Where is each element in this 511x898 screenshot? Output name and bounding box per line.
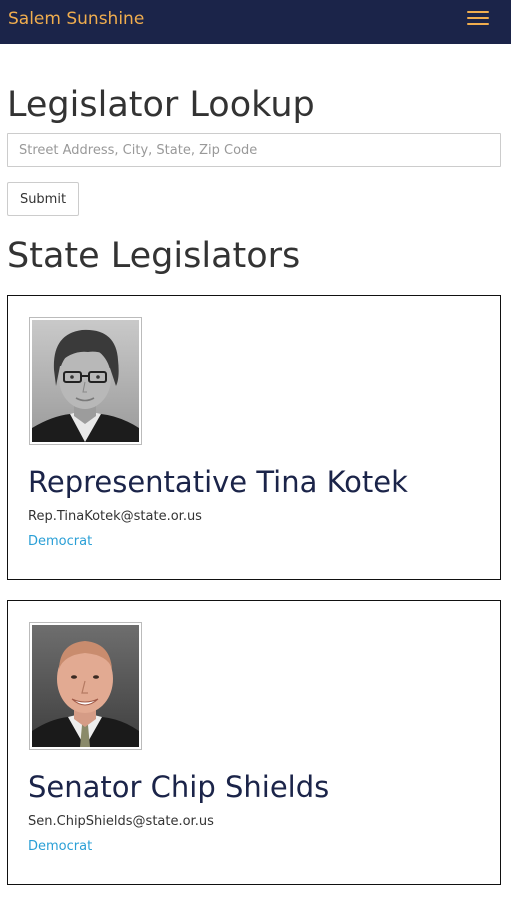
portrait-woman-image: [32, 320, 139, 442]
party-link[interactable]: Democrat: [28, 838, 92, 856]
hamburger-menu-icon[interactable]: [459, 6, 497, 32]
portrait-man-image: [32, 625, 139, 747]
navbar: Salem Sunshine: [0, 0, 511, 44]
brand-link[interactable]: Salem Sunshine: [8, 8, 144, 30]
legislator-photo: [29, 622, 142, 750]
party-link[interactable]: Democrat: [28, 533, 92, 551]
legislator-name: Representative Tina Kotek: [28, 465, 408, 499]
submit-button[interactable]: Submit: [7, 182, 79, 216]
menu-bar: [467, 17, 489, 19]
section-title: State Legislators: [7, 236, 301, 276]
legislator-card: Representative Tina Kotek Rep.TinaKotek@…: [7, 295, 501, 580]
legislator-email: Sen.ChipShields@state.or.us: [28, 814, 214, 829]
legislator-name: Senator Chip Shields: [28, 770, 330, 804]
address-input[interactable]: [7, 133, 501, 167]
menu-bar: [467, 23, 489, 25]
page-title: Legislator Lookup: [7, 85, 315, 125]
legislator-email: Rep.TinaKotek@state.or.us: [28, 509, 202, 524]
legislator-photo: [29, 317, 142, 445]
legislator-card: Senator Chip Shields Sen.ChipShields@sta…: [7, 600, 501, 885]
menu-bar: [467, 11, 489, 13]
